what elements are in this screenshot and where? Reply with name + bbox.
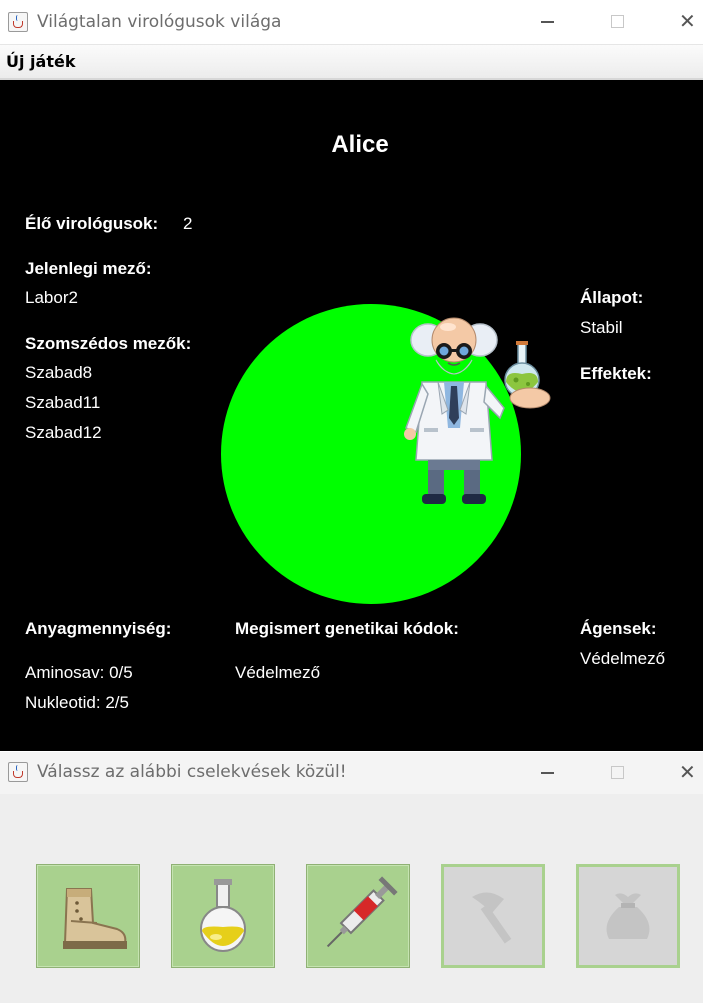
minimize-icon [541, 772, 554, 774]
main-window-title: Világtalan virológusok világa [37, 12, 282, 32]
alive-virologists-label: Élő virológusok: [25, 214, 159, 233]
minimize-icon [541, 21, 554, 23]
actions-window: Válassz az alábbi cselekvések közül! ✕ [0, 752, 703, 1003]
menu-item-new-game[interactable]: Új játék [6, 52, 75, 71]
neighbor-field-item: Szabad12 [25, 423, 102, 442]
materials-label: Anyagmennyiség: [25, 619, 172, 638]
player-name: Alice [331, 131, 389, 158]
java-app-icon [8, 12, 28, 32]
inject-agent-button[interactable] [306, 864, 410, 968]
java-app-icon [8, 762, 28, 782]
state-label: Állapot: [580, 288, 644, 307]
agents-label: Ágensek: [580, 619, 657, 638]
loot-action-button[interactable] [576, 864, 680, 968]
known-genetic-codes-label: Megismert genetikai kódok: [235, 619, 459, 638]
maximize-button[interactable] [603, 7, 633, 37]
move-action-button[interactable] [36, 864, 140, 968]
neighbor-field-item: Szabad8 [25, 363, 93, 382]
boot-icon [63, 888, 127, 949]
main-window-titlebar[interactable]: Világtalan virológusok világa ✕ [0, 0, 703, 45]
close-icon: ✕ [679, 9, 696, 33]
alive-virologists-count: 2 [183, 214, 193, 233]
maximize-button[interactable] [603, 758, 633, 788]
current-field-label: Jelenlegi mező: [25, 259, 152, 278]
maximize-icon [611, 15, 624, 28]
close-button[interactable]: ✕ [673, 7, 703, 37]
agent-item: Védelmező [580, 649, 666, 668]
neighbor-fields-label: Szomszédos mezők: [25, 334, 192, 353]
virologist-avatar [404, 317, 551, 504]
state-value: Stabil [580, 318, 623, 337]
axe-action-button[interactable] [441, 864, 545, 968]
close-icon: ✕ [679, 760, 696, 784]
minimize-button[interactable] [533, 6, 563, 36]
loot-bag-icon [606, 893, 650, 939]
known-genetic-code-item: Védelmező [235, 663, 321, 682]
actions-window-title: Válassz az alábbi cselekvések közül! [37, 762, 347, 782]
game-panel: Alice Élő virológusok: 2 Jelenlegi mező:… [0, 80, 703, 751]
menu-bar: Új játék [0, 45, 703, 80]
axe-icon [472, 892, 512, 944]
maximize-icon [611, 766, 624, 779]
syringe-icon [326, 876, 398, 948]
nucleotide-amount: Nukleotid: 2/5 [25, 693, 129, 712]
actions-window-titlebar[interactable]: Válassz az alábbi cselekvések közül! ✕ [0, 752, 703, 794]
neighbor-field-item: Szabad11 [25, 393, 101, 412]
current-field-value: Labor2 [25, 288, 78, 307]
minimize-button[interactable] [533, 757, 563, 787]
amino-acid-amount: Aminosav: 0/5 [25, 663, 133, 682]
effects-label: Effektek: [580, 364, 652, 383]
flask-icon [200, 879, 246, 952]
craft-agent-button[interactable] [171, 864, 275, 968]
close-button[interactable]: ✕ [673, 758, 703, 788]
